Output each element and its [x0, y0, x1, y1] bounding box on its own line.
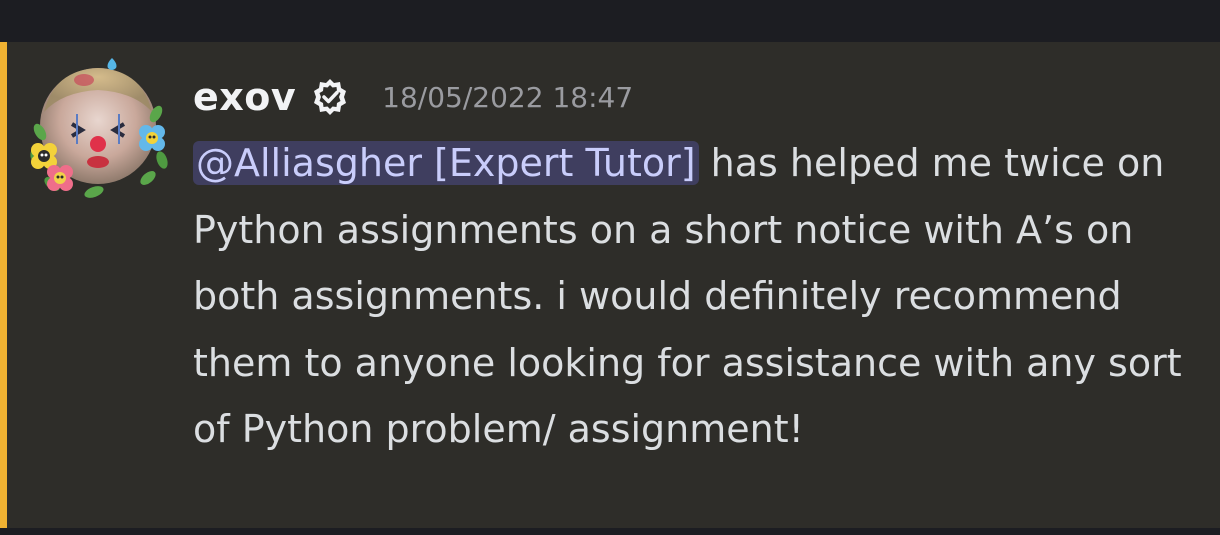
bottom-divider — [0, 528, 1220, 535]
message-text: has helped me twice on Python assignment… — [193, 141, 1182, 451]
message-timestamp[interactable]: 18/05/2022 18:47 — [382, 81, 633, 114]
verified-check-icon — [310, 77, 350, 117]
message-header: exov 18/05/2022 18:47 — [193, 72, 633, 122]
top-divider — [0, 0, 1220, 42]
message-content: @Alliasgher [Expert Tutor] has helped me… — [193, 130, 1193, 463]
username[interactable]: exov — [193, 75, 296, 119]
chat-message: exov 18/05/2022 18:47 @Alliasgher [Exper… — [0, 42, 1220, 528]
clown-avatar-icon — [30, 58, 168, 198]
mention-highlight-bar — [0, 42, 7, 528]
user-mention[interactable]: @Alliasgher [Expert Tutor] — [193, 141, 699, 185]
user-avatar[interactable] — [24, 52, 172, 200]
